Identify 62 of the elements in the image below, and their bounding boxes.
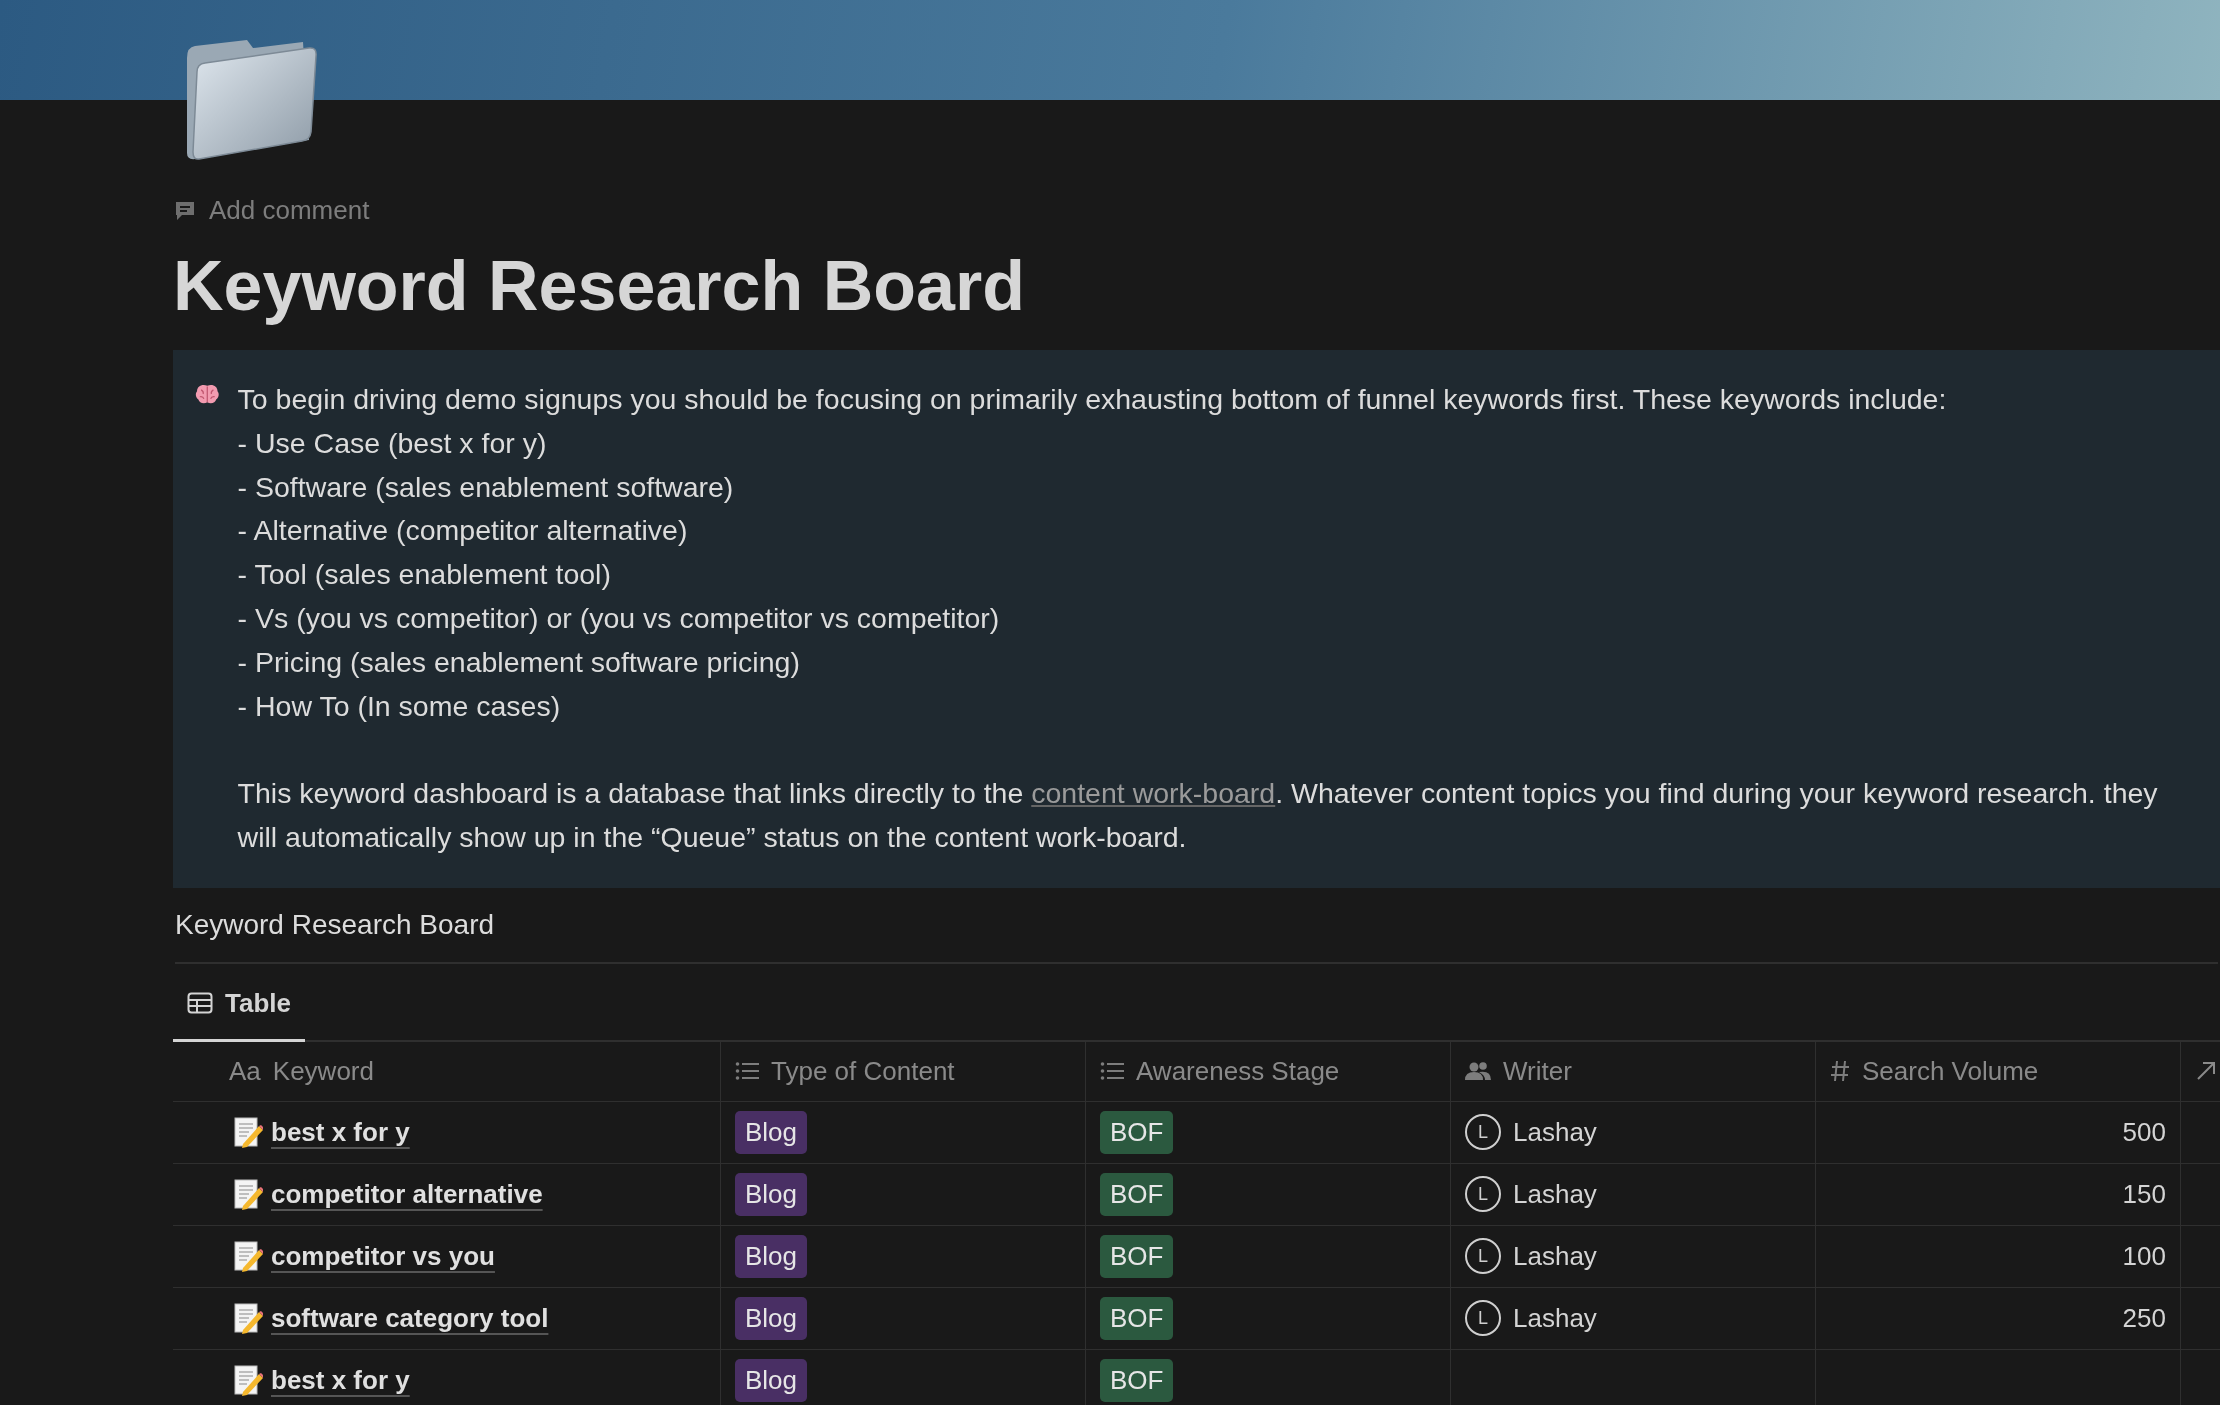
- avatar: L: [1465, 1114, 1501, 1151]
- writer-name: Lashay: [1513, 1301, 1597, 1335]
- list-icon: [735, 1061, 759, 1082]
- tag: BOF: [1100, 1110, 1174, 1154]
- search-volume: 500: [2122, 1115, 2166, 1149]
- tag: Blog: [735, 1234, 808, 1278]
- people-icon: [1465, 1061, 1491, 1082]
- tag: BOF: [1100, 1172, 1174, 1216]
- memo-icon: [233, 1240, 263, 1273]
- keyword-link[interactable]: competitor alternative: [271, 1174, 543, 1214]
- avatar: L: [1465, 1238, 1501, 1275]
- avatar: L: [1465, 1300, 1501, 1337]
- callout-text: - Software (sales enablement software): [237, 469, 735, 505]
- callout-text: - Vs (you vs competitor) or (you vs competitor vs competitor): [237, 601, 1001, 636]
- callout-text: - Alternative (competitor alternative): [237, 513, 689, 549]
- writer-name: Lashay: [1513, 1239, 1597, 1273]
- callout-paragraph: This keyword dashboard is a database that links directly to the content work-board. Whatever content topics you find during your keyword research. they will automatically show up in the “Queue” status on the content work-board.: [237, 776, 2159, 855]
- hash-icon: [1830, 1059, 1850, 1084]
- callout-text: - How To (In some cases): [237, 688, 562, 724]
- add-comment-button[interactable]: Add comment: [173, 191, 370, 230]
- memo-icon: [233, 1178, 263, 1211]
- text-property-icon: Aa: [229, 1051, 261, 1091]
- writer-name: Lashay: [1513, 1177, 1597, 1211]
- keyword-link[interactable]: best x for y: [271, 1360, 410, 1400]
- search-volume: 250: [2122, 1301, 2166, 1335]
- page-title: Keyword Research Board: [173, 246, 1026, 327]
- tag: BOF: [1100, 1234, 1174, 1278]
- table-icon: [187, 992, 213, 1015]
- column-header[interactable]: Type of Content: [720, 1041, 1085, 1102]
- list-icon: [1100, 1061, 1124, 1082]
- tag: BOF: [1100, 1358, 1174, 1402]
- memo-icon: [233, 1364, 263, 1397]
- tag: Blog: [735, 1110, 808, 1154]
- column-label: Writer: [1503, 1054, 1572, 1088]
- search-volume: 100: [2122, 1239, 2166, 1273]
- memo-icon: [233, 1116, 263, 1149]
- memo-icon: [233, 1302, 263, 1335]
- search-volume: 150: [2122, 1177, 2166, 1211]
- callout-text: - Use Case (best x for y): [237, 425, 548, 461]
- column-label: Type of Content: [771, 1054, 955, 1088]
- keyword-link[interactable]: software category tool: [271, 1298, 549, 1338]
- column-header[interactable]: Writer: [1450, 1041, 1815, 1102]
- tag: Blog: [735, 1296, 808, 1340]
- writer-name: Lashay: [1513, 1115, 1597, 1149]
- callout-text: - Pricing (sales enablement software pricing): [237, 644, 801, 680]
- column-header[interactable]: Awareness Stage: [1085, 1041, 1450, 1102]
- content-link[interactable]: content work-board: [1031, 777, 1276, 810]
- tag: Blog: [735, 1172, 808, 1216]
- column-label: Awareness Stage: [1136, 1054, 1340, 1088]
- tag: Blog: [735, 1358, 808, 1402]
- callout-text: To begin driving demo signups you should be focusing on primarily exhausting bottom of funnel keywords first. These keywords include:: [237, 382, 1948, 417]
- callout-text: - Tool (sales enablement tool): [237, 557, 612, 593]
- keyword-link[interactable]: competitor vs you: [271, 1236, 495, 1276]
- keyword-link[interactable]: best x for y: [271, 1112, 410, 1152]
- tag: BOF: [1100, 1296, 1174, 1340]
- database-title: Keyword Research Board: [175, 903, 2218, 964]
- column-header[interactable]: Aa Keyword: [173, 1041, 720, 1102]
- avatar: L: [1465, 1176, 1501, 1213]
- view-tab[interactable]: Table: [173, 963, 305, 1042]
- column-header[interactable]: Search Volume: [1815, 1041, 2180, 1102]
- column-label: Keyword: [272, 1054, 374, 1088]
- column-label: Search Volume: [1862, 1054, 2039, 1088]
